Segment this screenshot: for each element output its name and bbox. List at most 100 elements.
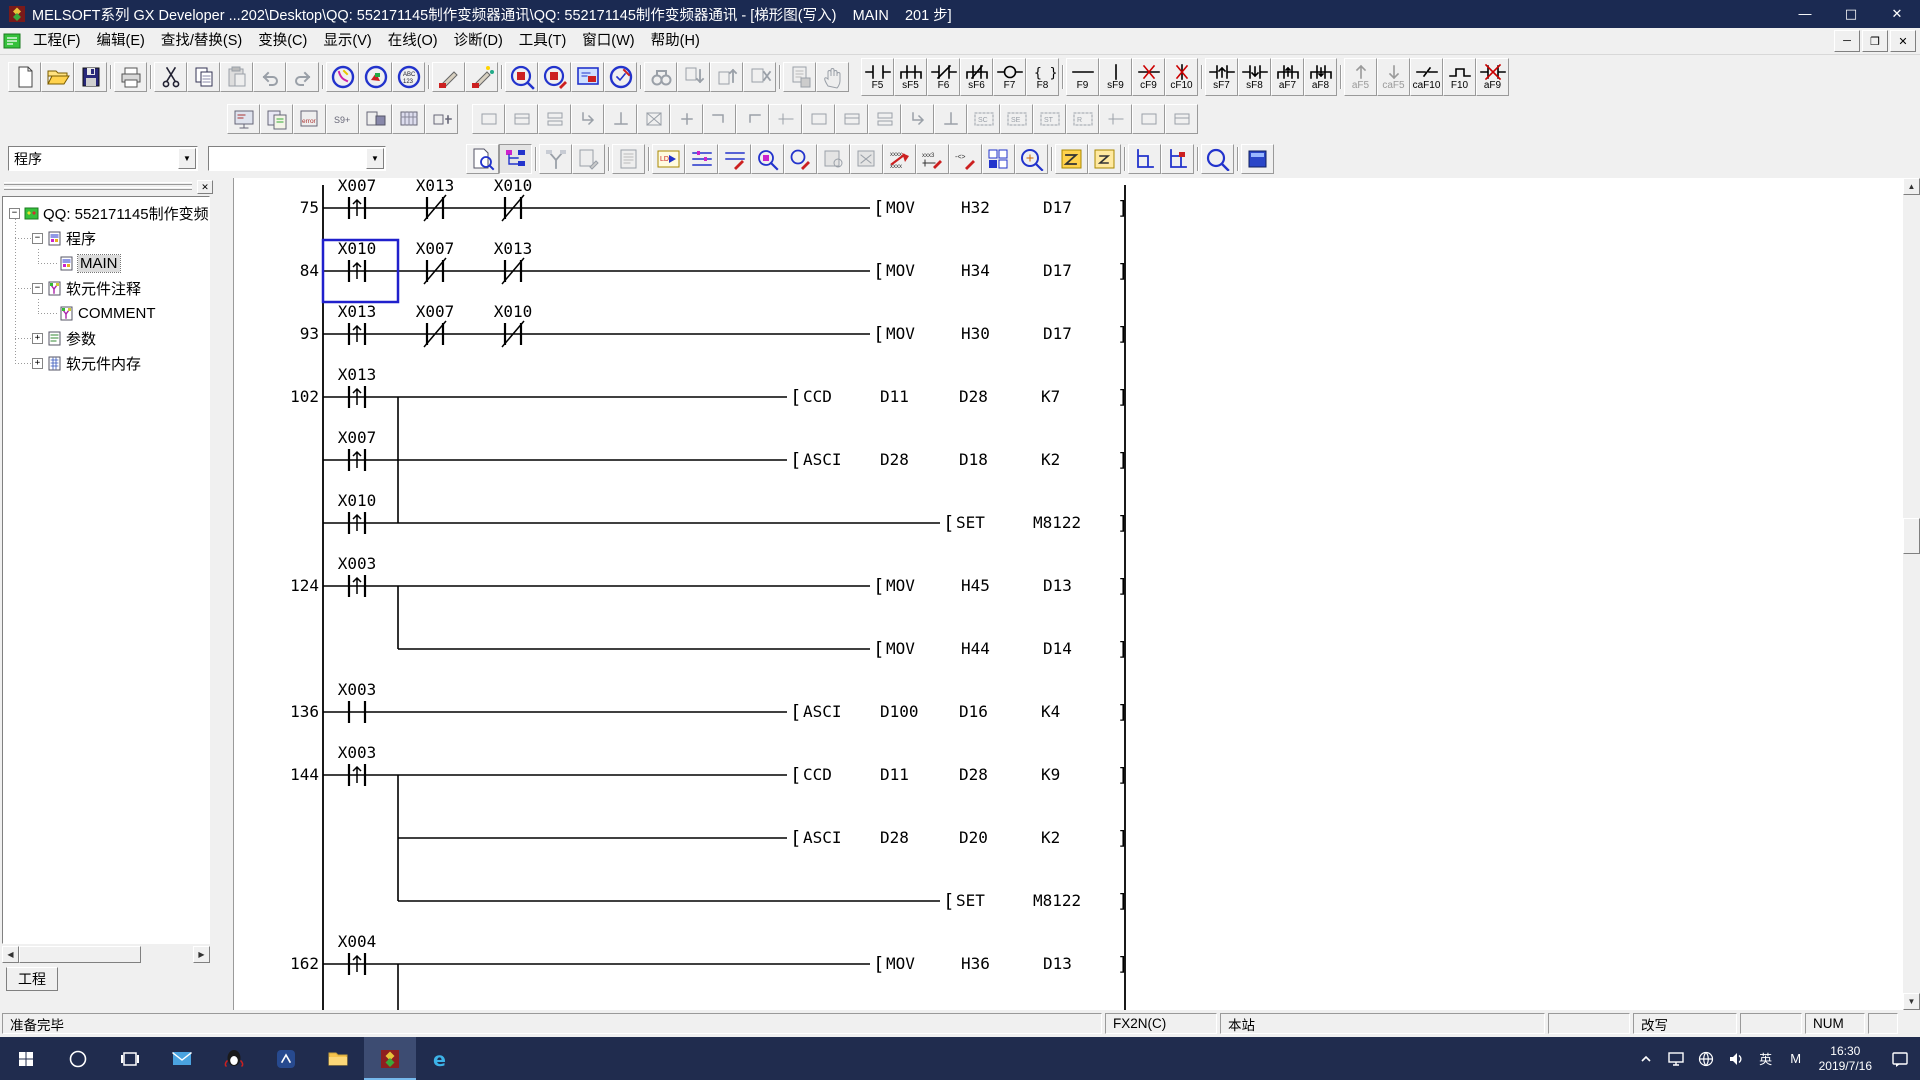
ladder-rung-row[interactable]: X013 X007 X010 93 [MOV H30 D17] bbox=[300, 302, 1129, 348]
expand-icon[interactable]: + bbox=[32, 333, 43, 344]
prog-write-button[interactable] bbox=[260, 104, 293, 134]
tray-network-icon[interactable] bbox=[1691, 1037, 1721, 1080]
zoom-red-button[interactable] bbox=[505, 62, 538, 92]
cortana-button[interactable] bbox=[52, 1037, 104, 1080]
action-center-icon[interactable] bbox=[1880, 1037, 1920, 1080]
tree-item-node[interactable]: − 软元件注释 bbox=[32, 276, 141, 301]
prog-s9-button[interactable]: S9+ bbox=[326, 104, 359, 134]
search-up-button[interactable] bbox=[710, 62, 743, 92]
tray-ime-language[interactable]: 英 bbox=[1751, 1037, 1781, 1080]
taskbar-app-qq[interactable] bbox=[208, 1037, 260, 1080]
ladder-symbol-caF10-button[interactable]: caF10 bbox=[1410, 58, 1443, 96]
tree-item-main[interactable]: MAIN bbox=[59, 251, 121, 276]
zoom-blue-button[interactable] bbox=[1201, 143, 1234, 174]
ladder-rung-row[interactable]: X010 [SET M8122] bbox=[323, 491, 1128, 534]
titlebar[interactable]: MELSOFT系列 GX Developer ...202\Desktop\QQ… bbox=[0, 0, 1920, 28]
zoom-pen2-button[interactable] bbox=[784, 143, 817, 174]
ladder-rung-row[interactable]: [ASCI D28 D20 K2] bbox=[398, 827, 1128, 849]
menu-2[interactable]: 编辑(E) bbox=[89, 28, 153, 55]
child-close-button[interactable]: ✕ bbox=[1890, 30, 1916, 52]
start-button[interactable] bbox=[0, 1037, 52, 1080]
child-restore-button[interactable]: ❐ bbox=[1862, 30, 1888, 52]
binoculars-button[interactable] bbox=[644, 62, 677, 92]
scroll-left-icon[interactable]: ◀ bbox=[2, 946, 19, 963]
ladder-symbol-sF9-button[interactable]: sF9 bbox=[1099, 58, 1132, 96]
ladder-rung-row[interactable]: X003 124 [MOV H45 D13] bbox=[290, 554, 1128, 597]
minimize-button[interactable]: ― bbox=[1782, 0, 1828, 28]
ladder-canvas[interactable]: X007 X013 X010 75[MOV H32 D17] X010 X007 X013 84[… bbox=[233, 178, 1903, 1010]
hand-button[interactable] bbox=[816, 62, 849, 92]
new-button[interactable] bbox=[8, 62, 41, 92]
menu-7[interactable]: 诊断(D) bbox=[446, 28, 511, 55]
task-view-button[interactable] bbox=[104, 1037, 156, 1080]
doc-save-button[interactable] bbox=[783, 62, 816, 92]
doc-edit-button[interactable] bbox=[572, 143, 605, 174]
tree-item-node[interactable]: + 软元件内存 bbox=[32, 351, 141, 376]
ladder-symbol-F6-button[interactable]: F6 bbox=[927, 58, 960, 96]
tray-pc-icon[interactable] bbox=[1661, 1037, 1691, 1080]
prog-io-button[interactable] bbox=[425, 104, 458, 134]
taskbar-clock[interactable]: 16:30 2019/7/16 bbox=[1811, 1044, 1880, 1074]
win-transfer-button[interactable] bbox=[571, 62, 604, 92]
zoom-check-button[interactable] bbox=[604, 62, 637, 92]
prog-monitor-button[interactable] bbox=[227, 104, 260, 134]
chevron-down-icon[interactable]: ▼ bbox=[366, 148, 384, 169]
find-device-button[interactable] bbox=[359, 62, 392, 92]
tree-item-qq552171145[interactable]: − QQ: 552171145制作变频器通讯 bbox=[9, 201, 209, 226]
doc-find-button[interactable] bbox=[466, 143, 499, 174]
tree-item-comment[interactable]: COMMENT bbox=[59, 301, 156, 326]
paste-button[interactable] bbox=[220, 62, 253, 92]
tree-horizontal-scrollbar[interactable]: ◀ ▶ bbox=[2, 946, 210, 963]
ld-convert-button[interactable]: LD bbox=[652, 143, 685, 174]
ladder-symbol-sF8-button[interactable]: sF8 bbox=[1238, 58, 1271, 96]
grey-a-button[interactable] bbox=[817, 143, 850, 174]
zoom-q-button[interactable] bbox=[1015, 143, 1048, 174]
save-button[interactable] bbox=[74, 62, 107, 92]
menu-6[interactable]: 在线(O) bbox=[380, 28, 446, 55]
menu-4[interactable]: 变换(C) bbox=[250, 28, 315, 55]
loop-b-button[interactable] bbox=[1161, 143, 1194, 174]
ladder-symbol-aF8-button[interactable]: aF8 bbox=[1304, 58, 1337, 96]
taskbar-app-gx[interactable] bbox=[364, 1037, 416, 1080]
ladder-symbol-sF7-button[interactable]: sF7 bbox=[1205, 58, 1238, 96]
pen-color-button[interactable] bbox=[465, 62, 498, 92]
ladder-symbol-F8-button[interactable]: { } F8 bbox=[1026, 58, 1059, 96]
menu-1[interactable]: 工程(F) bbox=[25, 28, 89, 55]
y-branch-button[interactable] bbox=[539, 143, 572, 174]
chevron-down-icon[interactable]: ▼ bbox=[178, 148, 196, 169]
panel-close-icon[interactable]: ✕ bbox=[197, 180, 213, 194]
tray-ime-mode[interactable]: M bbox=[1781, 1037, 1811, 1080]
grid-plus-button[interactable] bbox=[982, 143, 1015, 174]
undo-button[interactable] bbox=[253, 62, 286, 92]
doc-list-button[interactable] bbox=[612, 143, 645, 174]
menu-3[interactable]: 查找/替换(S) bbox=[153, 28, 250, 55]
zoom-pen-button[interactable] bbox=[538, 62, 571, 92]
ladder-symbol-F7-button[interactable]: F7 bbox=[993, 58, 1026, 96]
data-type-combo[interactable]: 程序 ▼ bbox=[8, 146, 198, 171]
ladder-rung-row[interactable]: X010 X007 X013 84 [MOV H34 D17] bbox=[300, 239, 1129, 285]
search-down-button[interactable] bbox=[677, 62, 710, 92]
taskbar-app-folder[interactable] bbox=[312, 1037, 364, 1080]
ladder-rung-row[interactable]: [SET M8122] bbox=[398, 890, 1128, 912]
ladder-rung-row[interactable]: X003 144 [CCD D11 D28 K9] bbox=[290, 743, 1128, 786]
ladder-symbol-F9-button[interactable]: F9 bbox=[1066, 58, 1099, 96]
yellow-z2-button[interactable] bbox=[1088, 143, 1121, 174]
ladder-symbol-aF7-button[interactable]: aF7 bbox=[1271, 58, 1304, 96]
pen-red-button[interactable] bbox=[432, 62, 465, 92]
zoom-find2-button[interactable] bbox=[751, 143, 784, 174]
menu-10[interactable]: 帮助(H) bbox=[643, 28, 708, 55]
maximize-button[interactable]: □ bbox=[1828, 0, 1874, 28]
taskbar-app-edge[interactable]: e bbox=[416, 1037, 468, 1080]
prog-error-button[interactable]: error bbox=[293, 104, 326, 134]
ladder-vertical-scrollbar[interactable]: ▲ ▼ bbox=[1903, 178, 1920, 1010]
ladder-rung-row[interactable]: X004 162 [MOV H36 D13] bbox=[290, 932, 1128, 975]
scrollbar-thumb[interactable] bbox=[1903, 518, 1920, 554]
menu-5[interactable]: 显示(V) bbox=[315, 28, 379, 55]
collapse-icon[interactable]: − bbox=[9, 208, 20, 219]
taskbar-app-app-dark[interactable] bbox=[260, 1037, 312, 1080]
child-minimize-button[interactable]: ─ bbox=[1834, 30, 1860, 52]
menu-9[interactable]: 窗口(W) bbox=[574, 28, 642, 55]
ladder-rung-row[interactable]: X013 102 [CCD D11 D28 K7] bbox=[290, 365, 1128, 408]
ladder-pen-button[interactable] bbox=[718, 143, 751, 174]
yellow-z1-button[interactable] bbox=[1055, 143, 1088, 174]
